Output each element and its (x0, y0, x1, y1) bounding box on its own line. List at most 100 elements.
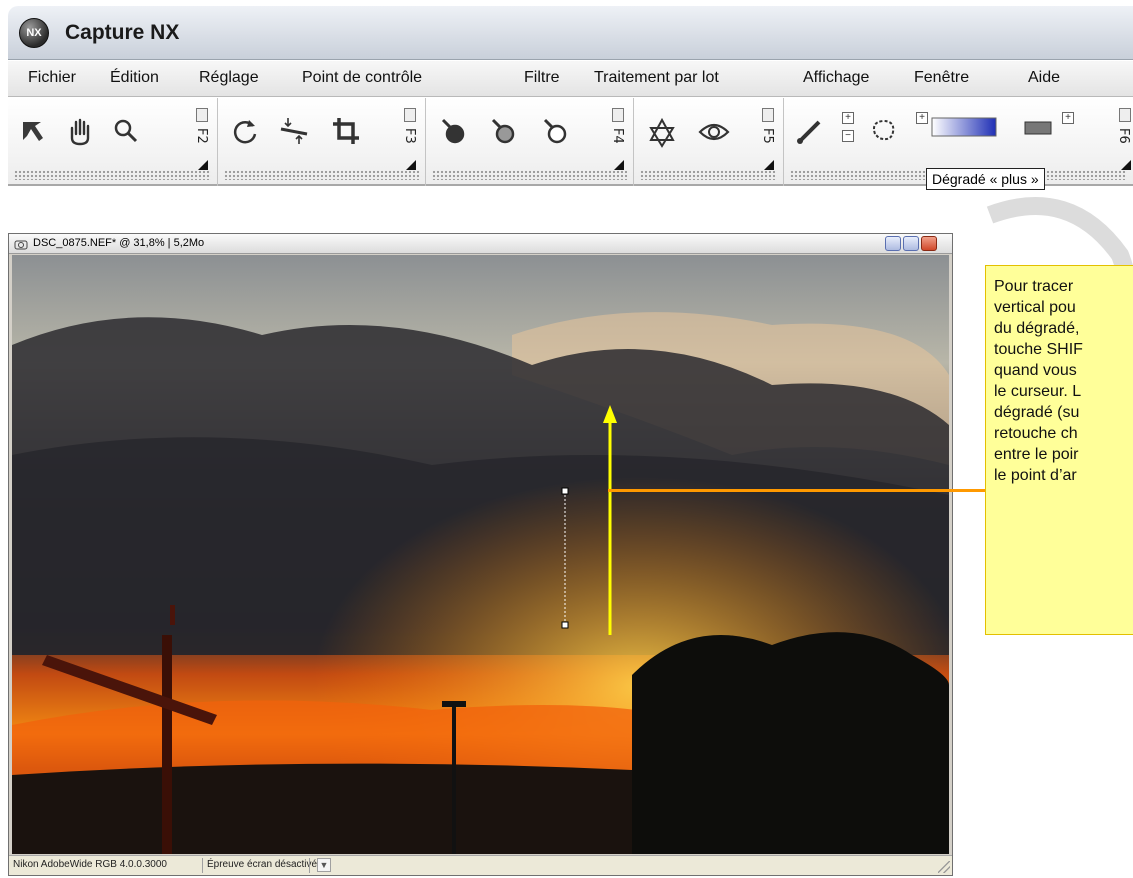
camera-icon (14, 240, 28, 250)
menu-fenetre[interactable]: Fenêtre (914, 69, 969, 87)
lasso-tool[interactable] (866, 110, 902, 152)
soft-proof-status: Épreuve écran désactivée (207, 859, 323, 870)
crop-tool[interactable] (328, 110, 364, 152)
shortcut-label: F6 (1116, 128, 1131, 144)
image-window: DSC_0875.NEF* @ 31,8% | 5,2Mo Nikon Adob… (8, 233, 953, 876)
black-point-picker-icon (441, 118, 465, 144)
brush-plus-button[interactable]: + (842, 112, 854, 124)
neutral-point-tool[interactable] (486, 110, 522, 152)
hand-tool[interactable] (62, 110, 98, 152)
white-point-picker-icon (543, 118, 567, 144)
fill-plus-button[interactable]: + (1062, 112, 1074, 124)
gradient-icon (931, 117, 997, 137)
gradient-tooltip: Dégradé « plus » (926, 168, 1045, 190)
callout-line-3: du dégradé, (994, 320, 1080, 337)
expand-corner-icon[interactable] (1121, 160, 1131, 170)
arrow-pointer-icon (23, 122, 43, 141)
black-point-tool[interactable] (436, 110, 472, 152)
menu-fichier[interactable]: Fichier (28, 69, 76, 87)
expand-corner-icon[interactable] (764, 160, 774, 170)
expand-corner-icon[interactable] (198, 160, 208, 170)
tool-group-f2: F2 (8, 98, 218, 186)
minimize-button[interactable] (885, 236, 901, 251)
rotate-icon (233, 120, 257, 144)
red-eye-tool[interactable] (644, 110, 680, 152)
nx-logo-icon: NX (19, 18, 49, 48)
collapse-icon[interactable] (612, 108, 624, 122)
magnifier-icon (114, 119, 138, 143)
toolbar-grip[interactable] (224, 170, 419, 180)
gradient-start-handle (561, 487, 569, 495)
menu-edition[interactable]: Édition (110, 69, 159, 87)
callout-line-1: Pour tracer (994, 278, 1074, 295)
fill-tool[interactable] (1020, 110, 1056, 152)
callout-line-4: touche SHIF (994, 341, 1083, 358)
tool-group-f3: F3 (218, 98, 426, 186)
status-separator (309, 858, 310, 873)
expand-corner-icon[interactable] (406, 160, 416, 170)
menu-bar: Fichier Édition Réglage Point de contrôl… (8, 61, 1133, 97)
shortcut-label: F2 (194, 128, 209, 144)
shortcut-label: F3 (402, 128, 417, 144)
app-title-bar: NX Capture NX (8, 6, 1133, 60)
auto-retouch-tool[interactable] (696, 110, 732, 152)
capture-nx-screen: NX Capture NX Fichier Édition Réglage Po… (0, 0, 1133, 878)
gradient-plus-tool[interactable] (930, 110, 1000, 152)
menu-filtre[interactable]: Filtre (524, 69, 560, 87)
callout-line-5: quand vous (994, 362, 1077, 379)
neutral-point-picker-icon (491, 118, 515, 144)
lasso-plus-button[interactable]: + (916, 112, 928, 124)
fill-icon (1024, 121, 1052, 135)
eye-icon (698, 123, 730, 141)
gradient-end-handle (561, 621, 569, 629)
tool-group-f5: F5 (634, 98, 784, 186)
sunset-photo (12, 255, 949, 854)
image-window-title: DSC_0875.NEF* @ 31,8% | 5,2Mo (33, 237, 205, 249)
dropdown-arrow-icon[interactable]: ▼ (317, 858, 331, 872)
direct-select-tool[interactable] (14, 110, 50, 152)
menu-reglage[interactable]: Réglage (199, 69, 259, 87)
menu-aide[interactable]: Aide (1028, 69, 1060, 87)
color-profile: Nikon AdobeWide RGB 4.0.0.3000 (13, 859, 167, 870)
straighten-icon (280, 118, 308, 144)
toolbar-grip[interactable] (432, 170, 627, 180)
brush-tool[interactable] (792, 110, 828, 152)
collapse-icon[interactable] (1119, 108, 1131, 122)
status-separator (202, 858, 203, 873)
toolbar-grip[interactable] (14, 170, 211, 180)
white-point-tool[interactable] (538, 110, 574, 152)
callout-line-9: entre le poir (994, 446, 1079, 463)
straighten-tool[interactable] (276, 110, 312, 152)
maximize-button[interactable] (903, 236, 919, 251)
callout-note: Pour tracer vertical pou du dégradé, tou… (985, 265, 1133, 635)
resize-grip-icon[interactable] (938, 861, 950, 873)
callout-line-2: vertical pou (994, 299, 1076, 316)
image-window-title-bar[interactable]: DSC_0875.NEF* @ 31,8% | 5,2Mo (9, 234, 952, 254)
rotate-tool[interactable] (228, 110, 264, 152)
callout-line-7: dégradé (su (994, 404, 1080, 421)
collapse-icon[interactable] (404, 108, 416, 122)
menu-traitement-par-lot[interactable]: Traitement par lot (594, 69, 719, 87)
lasso-icon (873, 119, 895, 141)
toolbar-grip[interactable] (640, 170, 777, 180)
callout-connector (608, 489, 986, 492)
callout-line-8: retouche ch (994, 425, 1078, 442)
app-title: Capture NX (65, 21, 180, 44)
crop-icon (333, 118, 359, 144)
menu-point-de-controle[interactable]: Point de contrôle (302, 69, 422, 87)
shortcut-label: F4 (610, 128, 625, 144)
callout-line-10: le point d’ar (994, 467, 1077, 484)
collapse-icon[interactable] (762, 108, 774, 122)
photo-canvas[interactable] (12, 255, 949, 854)
tool-group-f4: F4 (426, 98, 634, 186)
zoom-tool[interactable] (108, 110, 144, 152)
callout-line-6: le curseur. L (994, 383, 1082, 400)
expand-corner-icon[interactable] (614, 160, 624, 170)
image-status-bar: Nikon AdobeWide RGB 4.0.0.3000 Épreuve é… (9, 855, 952, 875)
close-button[interactable] (921, 236, 937, 251)
menu-affichage[interactable]: Affichage (803, 69, 869, 87)
collapse-icon[interactable] (196, 108, 208, 122)
brush-minus-button[interactable]: − (842, 130, 854, 142)
brush-icon (797, 120, 821, 144)
hand-icon (70, 118, 90, 146)
